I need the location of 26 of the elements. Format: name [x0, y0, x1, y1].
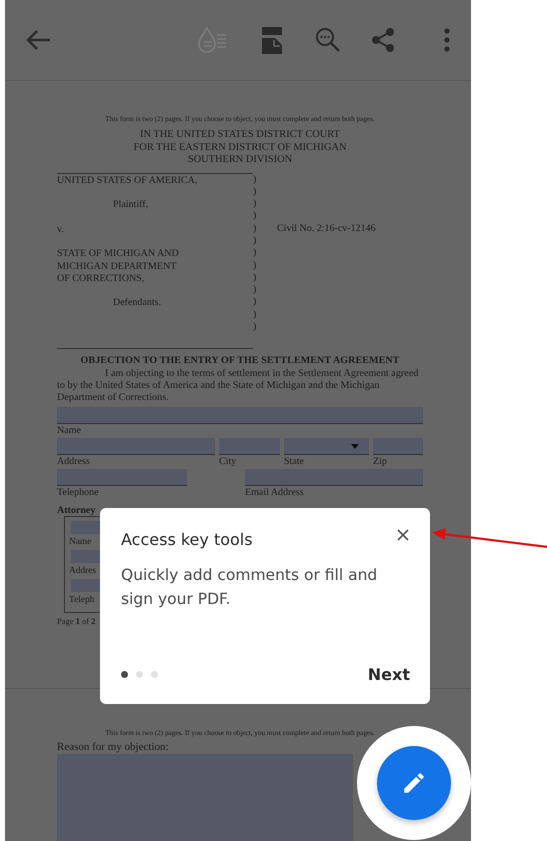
caption-line: OF CORRECTIONS, — [57, 272, 146, 286]
court-heading: IN THE UNITED STATES DISTRICT COURT — [139, 129, 341, 142]
field-label: State — [284, 455, 305, 470]
caption-line: STATE OF MICHIGAN AND — [57, 248, 180, 261]
bracket-column: ) ) ) ) ) ) ) ) ) ) ) ) ) — [253, 174, 277, 334]
tooltip-body: Quickly add comments or fill and sign your PDF. — [121, 565, 378, 610]
caption-line: UNITED STATES OF AMERICA, — [57, 174, 198, 187]
caption-line: MICHIGAN DEPARTMENT — [57, 260, 178, 273]
court-heading: FOR THE EASTERN DISTRICT OF MICHIGAN — [132, 142, 348, 154]
attorney-label: Attorney — [57, 505, 96, 516]
court-heading: SOUTHERN DIVISION — [186, 154, 294, 166]
field-label: Email Address — [245, 486, 305, 500]
objection-paragraph: I am objecting to the terms of settlement in the Settlement Agreement agreed to by the United States of America and the State of Michigan and the Michigan Department of Corrections. — [57, 368, 420, 404]
field-label: Zip — [373, 455, 388, 470]
page-number: Page 1 of 2 — [57, 616, 96, 626]
caption-line: Plaintiff, — [112, 199, 150, 212]
field-label: Name — [57, 424, 82, 438]
case-number: Civil No. 2:16-cv-12146 — [277, 222, 376, 235]
field-label: Telephone — [57, 486, 100, 500]
tooltip-title: Access key tools — [121, 530, 253, 549]
reason-label: Reason for my objection: — [57, 741, 170, 754]
field-label: City — [219, 455, 238, 470]
field-label: Address — [57, 455, 91, 470]
objection-heading: OBJECTION TO THE ENTRY OF THE SETTLEMENT AGREEMENT — [80, 355, 400, 366]
caption-line: v. — [57, 224, 65, 236]
caption-line: Defendants. — [112, 297, 162, 310]
